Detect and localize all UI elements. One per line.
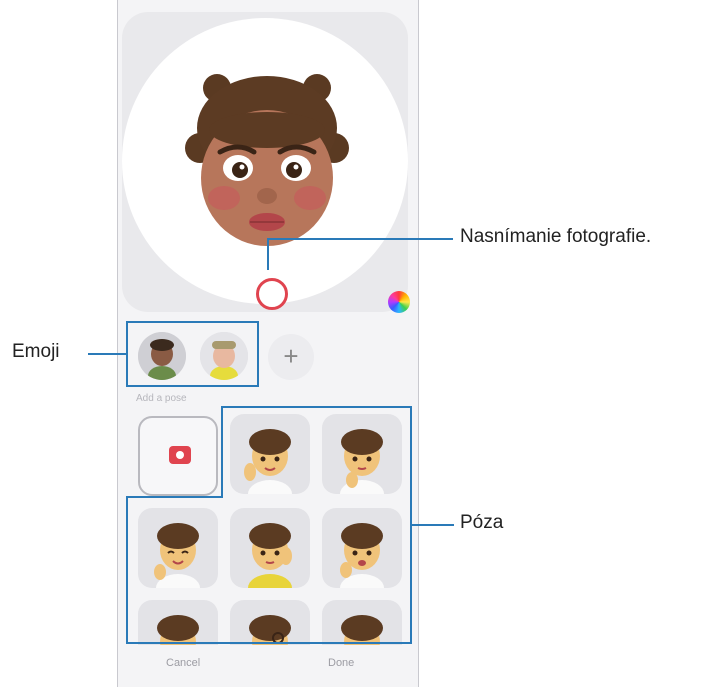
avatar-preview-panel — [122, 12, 410, 313]
pose-bracket-notch — [126, 496, 223, 498]
shutter-callout-line — [267, 238, 453, 240]
pose-bracket — [126, 406, 412, 644]
emoji-callout-text: Emoji — [12, 341, 60, 362]
color-palette-icon[interactable] — [388, 291, 410, 313]
pose-bracket-left — [126, 496, 128, 644]
bottom-action-bar: Cancel Done — [118, 645, 418, 687]
ar-emoji-avatar — [185, 74, 349, 246]
shutter-callout-text: Nasnímanie fotografie. — [460, 226, 652, 247]
add-emoji-button[interactable]: + — [268, 334, 314, 380]
capture-photo-button[interactable] — [256, 278, 288, 310]
pose-bracket-top — [221, 406, 412, 408]
done-button[interactable]: Done — [328, 657, 354, 669]
pose-callout-line — [412, 524, 454, 526]
shutter-callout-line — [267, 238, 269, 270]
pose-callout-text: Póza — [460, 512, 504, 533]
cancel-button[interactable]: Cancel — [166, 657, 200, 669]
add-pose-heading: Add a pose — [136, 393, 187, 404]
pose-bracket-notch — [221, 406, 223, 498]
emoji-callout-line — [88, 353, 126, 355]
emoji-bracket — [126, 321, 259, 387]
